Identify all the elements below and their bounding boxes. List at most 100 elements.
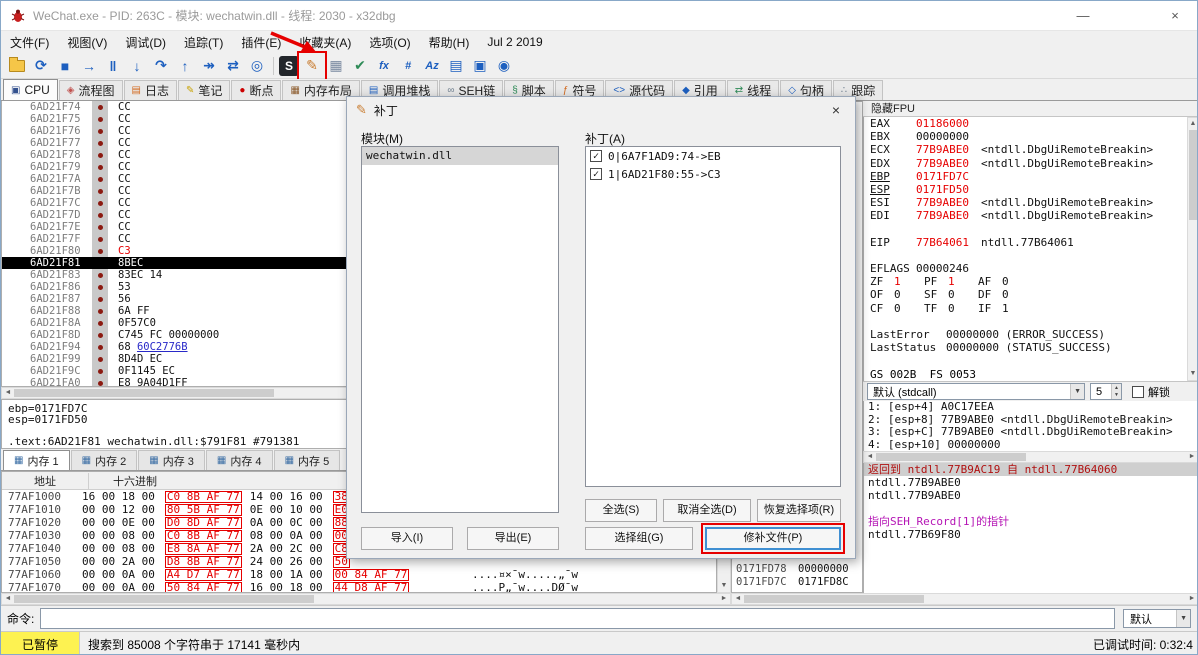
dump-bytes: C0 8B AF 77 — [164, 528, 242, 542]
patches-list[interactable]: ✓ 0|6A7F1AD9:74->EB ✓ 1|6AD21F80:55->C3 — [585, 146, 841, 487]
hash-icon[interactable]: # — [397, 55, 419, 77]
dump-row[interactable]: 77AF1060 00 00 0A 00 A4 D7 AF 77 18 00 1A 0… — [2, 568, 716, 581]
menu-item-options[interactable]: 选项(O) — [360, 32, 419, 53]
patch-list-item[interactable]: ✓ 0|6A7F1AD9:74->EB — [586, 147, 840, 165]
strings-icon[interactable]: Az — [421, 55, 443, 77]
instruction-bytes: CC — [118, 161, 131, 173]
modules-list[interactable]: wechatwin.dll — [361, 146, 559, 513]
hide-fpu-button[interactable]: 隐藏FPU — [863, 101, 1197, 117]
tab-log[interactable]: ▤ 日志 — [123, 80, 177, 100]
menu-item-help[interactable]: 帮助(H) — [420, 32, 479, 53]
tab-memory-2[interactable]: ▦ 内存 2 — [70, 450, 138, 470]
scrollbar-thumb[interactable] — [876, 453, 1026, 461]
dialog-close-button[interactable]: × — [821, 102, 851, 118]
unlock-checkbox[interactable] — [1132, 385, 1144, 398]
dump-horizontal-scrollbar[interactable]: ◄ ► — [1, 593, 731, 605]
stack-rows[interactable]: 0171FD78 00000000 0171FD7C 0171FD8C — [732, 563, 862, 589]
run-to-user-code-icon[interactable]: ↠ — [198, 55, 220, 77]
pause-icon[interactable]: ‖ — [102, 55, 124, 77]
menu-item-file[interactable]: 文件(F) — [1, 32, 58, 53]
instruction-address: 6AD21F79 — [30, 161, 81, 173]
stack-row[interactable]: 0171FD78 00000000 — [732, 563, 862, 576]
import-button[interactable]: 导入(I) — [361, 527, 453, 550]
functions-icon[interactable]: fx — [373, 55, 395, 77]
breakpoints-tab-icon: ● — [239, 85, 246, 96]
compare-icon[interactable]: ✔ — [349, 55, 371, 77]
right-horizontal-scrollbar[interactable]: ◄ ► — [731, 593, 1197, 605]
scroll-left-icon[interactable]: ◄ — [864, 451, 876, 463]
command-mode-combo[interactable]: 默认 ▼ — [1123, 609, 1191, 628]
select-group-button[interactable]: 选择组(G) — [585, 527, 693, 550]
scroll-left-icon[interactable]: ◄ — [2, 387, 14, 399]
run-icon[interactable]: → — [78, 55, 100, 77]
scrollbar-thumb[interactable] — [14, 595, 314, 603]
step-over-icon[interactable]: ↷ — [150, 55, 172, 77]
deselect-all-button[interactable]: 取消全选(D) — [663, 499, 751, 522]
module-list-item[interactable]: wechatwin.dll — [362, 147, 558, 165]
animate-icon[interactable]: ⇄ — [222, 55, 244, 77]
scroll-left-icon[interactable]: ◄ — [2, 593, 14, 605]
stop-icon[interactable]: ■ — [54, 55, 76, 77]
registers-vertical-scrollbar[interactable]: ▲ ▼ — [1187, 117, 1197, 381]
scrollbar-thumb[interactable] — [1189, 130, 1197, 220]
spinner-arrows-icon[interactable]: ▲ ▼ — [1111, 384, 1121, 399]
select-all-button[interactable]: 全选(S) — [585, 499, 657, 522]
calling-convention-combo[interactable]: 默认 (stdcall) ▼ — [867, 383, 1085, 400]
dump-row[interactable]: 77AF1070 00 00 0A 00 50 84 AF 77 16 00 18 0… — [2, 581, 716, 593]
tab-memory-3[interactable]: ▦ 内存 3 — [138, 450, 205, 470]
dump-address: 77AF1070 — [8, 581, 61, 593]
stack-row[interactable]: 0171FD7C 0171FD8C — [732, 576, 862, 589]
registers-pane[interactable]: EAX 01186000 EBX 00000000 ECX 77B9ABE0 <ntdll.… — [863, 117, 1187, 381]
scroll-right-icon[interactable]: ► — [718, 593, 730, 605]
stack-info-pane[interactable]: 返回到 ntdll.77B9AC19 自 ntdll.77B64060 ntdll… — [863, 463, 1197, 593]
step-out-icon[interactable]: ↑ — [174, 55, 196, 77]
argument-count-spinner[interactable]: 5 ▲ ▼ — [1090, 383, 1122, 400]
tab-memory-1[interactable]: ▦ 内存 1 — [3, 450, 70, 470]
memory-map-icon[interactable]: ▦ — [325, 55, 347, 77]
tab-memory-4[interactable]: ▦ 内存 4 — [205, 450, 273, 470]
scroll-down-icon[interactable]: ▼ — [718, 580, 730, 592]
tab-graph[interactable]: ◈ 流程图 — [58, 80, 123, 100]
patch-list-item[interactable]: ✓ 1|6AD21F80:55->C3 — [586, 165, 840, 183]
restart-icon[interactable]: ⟳ — [30, 55, 52, 77]
scroll-up-icon[interactable]: ▲ — [1187, 118, 1197, 130]
scroll-down-icon[interactable]: ▼ — [1187, 368, 1197, 380]
step-into-icon[interactable]: ↓ — [126, 55, 148, 77]
export-button[interactable]: 导出(E) — [467, 527, 559, 550]
status-bar: 已暂停 搜索到 85008 个字符串于 17141 毫秒内 已调试时间: 0:3… — [1, 631, 1197, 654]
windows-icon[interactable]: ▣ — [469, 55, 491, 77]
trace-over-icon[interactable]: ◎ — [246, 55, 268, 77]
scrollbar-thumb[interactable] — [14, 389, 274, 397]
arguments-horizontal-scrollbar[interactable]: ◄ ► — [863, 451, 1197, 463]
scrollbar-thumb[interactable] — [744, 595, 924, 603]
menu-item-build-date[interactable]: Jul 2 2019 — [478, 33, 551, 51]
patch-checkbox[interactable]: ✓ — [590, 150, 602, 162]
search-icon[interactable]: ◉ — [493, 55, 515, 77]
scroll-right-icon[interactable]: ► — [1186, 451, 1197, 463]
dialog-title-bar[interactable]: ✎ 补丁 × — [347, 97, 855, 123]
tab-memory-5[interactable]: ▦ 内存 5 — [273, 450, 341, 470]
tab-notes[interactable]: ✎ 笔记 — [177, 80, 231, 100]
open-file-icon[interactable] — [6, 55, 28, 77]
close-button[interactable]: × — [1153, 8, 1197, 23]
scroll-right-icon[interactable]: ► — [1186, 593, 1197, 605]
flag-value: 1 — [894, 275, 901, 289]
patch-file-button[interactable]: 修补文件(P) — [701, 523, 845, 554]
tab-breakpoints[interactable]: ● 断点 — [231, 80, 282, 100]
menu-item-trace[interactable]: 追踪(T) — [175, 32, 232, 53]
patch-checkbox[interactable]: ✓ — [590, 168, 602, 180]
instruction-address: 6AD21F94 — [30, 341, 81, 353]
scroll-left-icon[interactable]: ◄ — [732, 593, 744, 605]
tab-cpu[interactable]: ▣ CPU — [3, 79, 58, 100]
register-line: ECX 77B9ABE0 <ntdll.DbgUiRemoteBreakin> — [864, 143, 1187, 156]
command-input[interactable] — [40, 608, 1115, 629]
instruction-bytes: 68 60C2776B — [118, 341, 188, 353]
menu-item-view[interactable]: 视图(V) — [58, 32, 116, 53]
minimize-button[interactable]: — — [1061, 8, 1105, 23]
restore-selection-button[interactable]: 恢复选择项(R) — [757, 499, 841, 522]
menu-item-debug[interactable]: 调试(D) — [116, 32, 175, 53]
tab-label: 流程图 — [78, 84, 115, 98]
instruction-bytes: 8BEC — [118, 257, 143, 269]
notes-icon[interactable]: ▤ — [445, 55, 467, 77]
arguments-pane[interactable]: 1: [esp+4] A0C17EEA 2: [esp+8] 77B9ABE0 <… — [863, 401, 1197, 451]
